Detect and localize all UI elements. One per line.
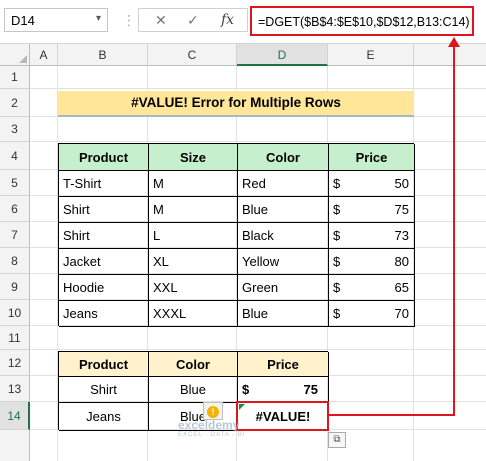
price-value: 73 (394, 228, 409, 243)
criteria-header-product[interactable]: Product (59, 352, 149, 377)
main-table: Product Size Color Price T-Shirt M Red $… (58, 143, 415, 327)
price-value: 70 (394, 306, 409, 321)
header-size[interactable]: Size (149, 144, 238, 171)
row-header-4[interactable]: 4 (0, 142, 30, 170)
row-header-13[interactable]: 13 (0, 376, 30, 402)
table-cell[interactable]: XXXL (149, 301, 238, 327)
name-box-value: D14 (11, 13, 35, 28)
header-product[interactable]: Product (59, 144, 149, 171)
currency-symbol: $ (333, 176, 341, 191)
row-header-9[interactable]: 9 (0, 274, 30, 300)
row-header-10[interactable]: 10 (0, 300, 30, 326)
header-color[interactable]: Color (238, 144, 329, 171)
table-cell[interactable]: Jeans (59, 301, 149, 327)
criteria-header-color[interactable]: Color (149, 352, 238, 377)
cancel-icon[interactable]: ✕ (155, 12, 167, 29)
table-cell-price[interactable]: $73 (329, 223, 415, 249)
header-price[interactable]: Price (329, 144, 415, 171)
row-header-2[interactable]: 2 (0, 89, 30, 117)
result-cell[interactable]: $75 (238, 377, 329, 403)
formula-input[interactable]: =DGET($B$4:$E$10,$D$12,B13:C14) (250, 6, 474, 36)
row-header-11[interactable]: 11 (0, 326, 30, 350)
criteria-cell[interactable]: Blue (149, 377, 238, 403)
table-cell-price[interactable]: $65 (329, 275, 415, 301)
row-header-15[interactable] (0, 430, 30, 461)
table-cell[interactable]: Shirt (59, 197, 149, 223)
chevron-down-icon[interactable]: ▾ (96, 13, 101, 24)
row-header-8[interactable]: 8 (0, 248, 30, 274)
table-cell[interactable]: XXL (149, 275, 238, 301)
column-header-c[interactable]: C (148, 44, 237, 66)
formula-buttons: ✕ ✓ fx (138, 8, 248, 32)
row-header-14[interactable]: 14 (0, 402, 30, 430)
watermark: exceldemy EXCEL · DATA · BI (178, 418, 246, 438)
price-value: 80 (394, 254, 409, 269)
table-cell[interactable]: Hoodie (59, 275, 149, 301)
currency-symbol: $ (333, 280, 341, 295)
column-header-empty[interactable] (414, 44, 486, 66)
table-cell[interactable]: Red (238, 171, 329, 197)
table-cell[interactable]: Yellow (238, 249, 329, 275)
table-cell[interactable]: Green (238, 275, 329, 301)
criteria-cell[interactable]: Jeans (59, 403, 149, 431)
table-cell-price[interactable]: $70 (329, 301, 415, 327)
select-all-button[interactable] (0, 44, 30, 66)
price-value: 50 (394, 176, 409, 191)
row-header-12[interactable]: 12 (0, 350, 30, 376)
active-cell-outline (236, 401, 329, 431)
row-header-1[interactable]: 1 (0, 66, 30, 89)
column-header-d[interactable]: D (237, 44, 328, 66)
column-header-a[interactable]: A (30, 44, 58, 66)
price-value: 65 (394, 280, 409, 295)
column-header-e[interactable]: E (328, 44, 414, 66)
row-header-5[interactable]: 5 (0, 170, 30, 196)
table-cell[interactable]: Blue (238, 301, 329, 327)
row-header-3[interactable]: 3 (0, 117, 30, 142)
insert-function-icon[interactable]: fx (221, 12, 234, 28)
currency-symbol: $ (333, 306, 341, 321)
table-cell-price[interactable]: $80 (329, 249, 415, 275)
result-value: 75 (303, 382, 318, 397)
criteria-cell[interactable]: Shirt (59, 377, 149, 403)
drag-handle-icon[interactable]: ⋮ (122, 12, 136, 29)
table-cell[interactable]: Jacket (59, 249, 149, 275)
currency-symbol: $ (333, 202, 341, 217)
arrow-head-icon (448, 37, 460, 47)
currency-symbol: $ (242, 382, 250, 397)
enter-icon[interactable]: ✓ (187, 12, 199, 29)
arrow-line (453, 46, 455, 416)
price-value: 75 (394, 202, 409, 217)
row-header-7[interactable]: 7 (0, 222, 30, 248)
currency-symbol: $ (333, 254, 341, 269)
sheet-title[interactable]: #VALUE! Error for Multiple Rows (58, 91, 414, 117)
table-cell[interactable]: XL (149, 249, 238, 275)
table-cell[interactable]: T-Shirt (59, 171, 149, 197)
criteria-header-price[interactable]: Price (238, 352, 329, 377)
table-cell[interactable]: L (149, 223, 238, 249)
arrow-line (329, 414, 455, 416)
table-cell[interactable]: Shirt (59, 223, 149, 249)
currency-symbol: $ (333, 228, 341, 243)
table-cell[interactable]: Black (238, 223, 329, 249)
formula-text: =DGET($B$4:$E$10,$D$12,B13:C14) (258, 15, 470, 29)
table-cell[interactable]: M (149, 171, 238, 197)
column-header-b[interactable]: B (58, 44, 148, 66)
table-cell-price[interactable]: $50 (329, 171, 415, 197)
table-cell[interactable]: M (149, 197, 238, 223)
row-header-6[interactable]: 6 (0, 196, 30, 222)
table-cell-price[interactable]: $75 (329, 197, 415, 223)
table-cell[interactable]: Blue (238, 197, 329, 223)
formula-bar: D14 ▾ ⋮ ✕ ✓ fx =DGET($B$4:$E$10,$D$12,B1… (0, 0, 486, 44)
paste-options-icon[interactable]: ⧉ (328, 432, 346, 448)
error-indicator-icon (239, 404, 245, 410)
name-box[interactable]: D14 ▾ (4, 8, 108, 32)
